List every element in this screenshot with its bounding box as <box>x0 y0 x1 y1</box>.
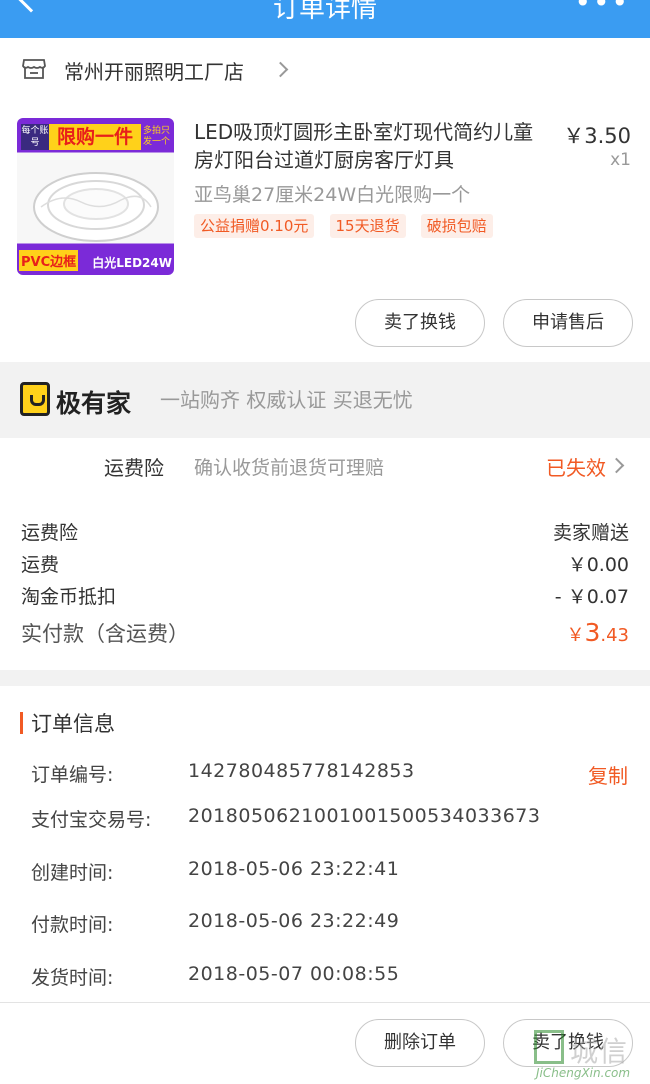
section-accent-bar <box>20 712 23 734</box>
cost-row: 淘金币抵扣 - ￥0.07 <box>21 582 629 612</box>
navigation-bar: 订单详情 ••• <box>0 0 650 38</box>
total-amount: ￥3.43 <box>566 618 629 647</box>
product-sku: 亚鸟巢27厘米24W白光限购一个 <box>194 184 471 206</box>
order-item: 每个账号 限购一件 多拍只发一个 PVC边框 白光LED24W LED吸顶灯圆形… <box>0 102 650 362</box>
info-label: 创建时间: <box>31 862 114 884</box>
info-value: 2018-05-06 23:22:41 <box>188 858 400 880</box>
product-thumbnail[interactable]: 每个账号 限购一件 多拍只发一个 PVC边框 白光LED24W <box>17 118 174 275</box>
watermark-text: 城信 <box>570 1035 629 1068</box>
copy-button[interactable]: 复制 <box>588 760 628 789</box>
ribbon-right-text: 多拍只发一个 <box>143 126 171 147</box>
info-label: 订单编号: <box>31 764 114 786</box>
cost-row: 运费险 卖家赠送 <box>21 518 629 548</box>
cost-label: 运费 <box>21 554 60 576</box>
ceiling-lamp-image <box>33 172 159 242</box>
info-label: 付款时间: <box>31 914 114 936</box>
insurance-status: 已失效 <box>546 456 606 480</box>
cost-summary: 运费险 卖家赠送 运费 ￥0.00 淘金币抵扣 - ￥0.07 实付款（含运费）… <box>0 494 650 670</box>
shop-row[interactable]: 常州开丽照明工厂店 <box>0 38 650 102</box>
tag-return: 15天退货 <box>329 214 406 238</box>
product-quantity: x1 <box>610 150 631 170</box>
order-info-section: 订单信息 订单编号: 142780485778142853 复制 支付宝交易号:… <box>0 686 650 1002</box>
shop-name[interactable]: 常州开丽照明工厂店 <box>64 56 244 85</box>
watermark: 城信 JiChengXin.com <box>530 1030 648 1080</box>
cost-value: - ￥0.07 <box>554 586 629 608</box>
sell-for-cash-button[interactable]: 卖了换钱 <box>355 299 485 347</box>
info-row-shipped: 发货时间: 2018-05-07 00:08:55 <box>31 963 631 993</box>
freight-insurance-row[interactable]: 运费险 确认收货前退货可理赔 已失效 <box>0 438 650 494</box>
watermark-site: JiChengXin.com <box>536 1066 631 1080</box>
tag-damage: 破损包赔 <box>420 214 493 238</box>
info-row-alipay-number: 支付宝交易号: 2018050621001001500534033673 <box>31 805 631 835</box>
chevron-right-icon <box>272 61 289 78</box>
total-integer: 3 <box>584 618 601 647</box>
jiyoujia-logo-icon <box>20 382 50 416</box>
thumbnail-bottom-right: 白光LED24W <box>92 256 172 270</box>
info-value: 2018050621001001500534033673 <box>188 805 541 827</box>
info-row-created: 创建时间: 2018-05-06 23:22:41 <box>31 858 631 888</box>
order-info-title: 订单信息 <box>31 712 115 736</box>
total-currency: ￥ <box>566 625 585 646</box>
page-title: 订单详情 <box>272 0 377 24</box>
store-icon <box>22 59 46 79</box>
delete-order-button[interactable]: 删除订单 <box>355 1019 485 1067</box>
info-row-order-number: 订单编号: 142780485778142853 <box>31 760 631 790</box>
watermark-logo-icon <box>534 1030 564 1064</box>
product-title[interactable]: LED吸顶灯圆形主卧室灯现代简约儿童房灯阳台过道灯厨房客厅灯具 <box>194 118 544 174</box>
cost-value: 卖家赠送 <box>552 522 629 544</box>
cost-label: 运费险 <box>21 522 79 544</box>
info-label: 支付宝交易号: <box>31 809 152 831</box>
tag-charity: 公益捐赠0.10元 <box>194 214 315 238</box>
thumbnail-ribbon: 每个账号 限购一件 多拍只发一个 <box>17 124 174 150</box>
insurance-label: 运费险 <box>104 456 164 480</box>
insurance-description: 确认收货前退货可理赔 <box>194 457 385 479</box>
brand-name: 极有家 <box>56 389 132 418</box>
service-tags: 公益捐赠0.10元 15天退货 破损包赔 <box>194 214 503 238</box>
brand-banner[interactable]: 极有家 一站购齐 权威认证 买退无忧 <box>0 362 650 438</box>
cost-row: 运费 ￥0.00 <box>21 550 629 580</box>
cost-label: 淘金币抵扣 <box>21 586 117 608</box>
total-row: 实付款（含运费） ￥3.43 <box>21 618 629 648</box>
request-aftersale-button[interactable]: 申请售后 <box>503 299 633 347</box>
info-value: 142780485778142853 <box>188 760 415 782</box>
info-value: 2018-05-07 00:08:55 <box>188 963 400 985</box>
info-label: 发货时间: <box>31 967 114 989</box>
total-label: 实付款（含运费） <box>21 622 189 646</box>
cost-value: ￥0.00 <box>567 554 629 576</box>
info-row-paid: 付款时间: 2018-05-06 23:22:49 <box>31 910 631 940</box>
info-value: 2018-05-06 23:22:49 <box>188 910 400 932</box>
ribbon-center-text: 限购一件 <box>49 124 141 150</box>
thumbnail-bottom-left: PVC边框 <box>19 250 79 271</box>
more-icon[interactable]: ••• <box>574 0 630 17</box>
total-decimal: .43 <box>600 625 629 646</box>
brand-slogan: 一站购齐 权威认证 买退无忧 <box>160 388 413 412</box>
chevron-right-icon <box>608 457 625 474</box>
ribbon-left-text: 每个账号 <box>21 124 49 150</box>
product-price: ￥3.50 <box>563 124 631 148</box>
